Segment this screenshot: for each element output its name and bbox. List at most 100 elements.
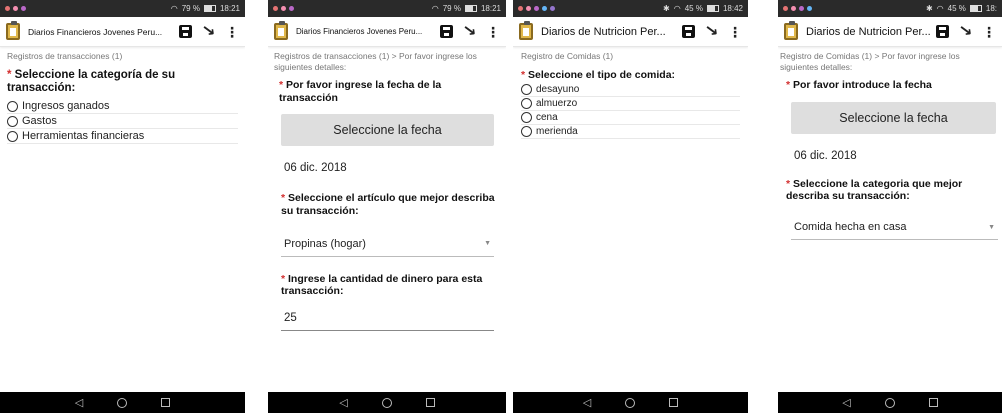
notification-icons — [273, 6, 294, 11]
option-label: Gastos — [22, 115, 57, 128]
notification-icons — [5, 6, 26, 11]
option-label: Herramientas financieras — [22, 130, 145, 143]
radio-group: Ingresos ganados Gastos Herramientas fin… — [7, 99, 238, 145]
radio-button[interactable] — [521, 112, 532, 124]
recents-icon[interactable] — [928, 398, 938, 407]
select-date-button[interactable]: Seleccione la fecha — [791, 101, 996, 134]
date-value: 06 dic. 2018 — [284, 162, 347, 175]
battery-icon — [203, 5, 216, 12]
notification-icons — [783, 6, 812, 11]
recents-icon[interactable] — [425, 398, 435, 407]
phone-screen-3: ✱ ◠ 45 % 18:42 Diarios de Nutricion Per.… — [513, 0, 748, 413]
system-nav-bar: ◁ — [268, 392, 506, 413]
save-icon[interactable] — [935, 25, 949, 38]
radio-button[interactable] — [521, 126, 532, 138]
radio-button[interactable] — [7, 115, 18, 127]
radio-option[interactable]: merienda — [521, 125, 740, 140]
back-icon[interactable]: ◁ — [583, 396, 591, 409]
clipboard-icon — [6, 21, 20, 40]
form-content: Registros de transacciones (1) * Selecci… — [0, 47, 245, 148]
app-title: Diarios de Nutricion Per... — [541, 25, 666, 38]
recents-icon[interactable] — [161, 398, 171, 407]
radio-option[interactable]: cena — [521, 111, 740, 126]
radio-option[interactable]: desayuno — [521, 83, 740, 98]
required-star: * — [521, 68, 529, 81]
system-nav-bar: ◁ — [0, 392, 245, 413]
clock: 18: — [985, 4, 997, 13]
radio-option[interactable]: almuerzo — [521, 97, 740, 112]
phone-screen-4: ✱ ◠ 45 % 18: Diarios de Nutricion Per...… — [778, 0, 1002, 413]
system-nav-bar: ◁ — [513, 392, 748, 413]
radio-button[interactable] — [7, 130, 18, 142]
back-icon[interactable]: ◁ — [842, 396, 850, 409]
more-vertical-icon[interactable]: ⋮ — [728, 25, 742, 39]
radio-group: desayuno almuerzo cena merienda — [521, 83, 740, 140]
export-arrow-icon[interactable]: ↘ — [957, 22, 973, 41]
app-bar: Diarios Financieros Jovenes Peru... ↘ ⋮ — [0, 17, 245, 47]
battery-icon — [464, 5, 477, 12]
radio-button[interactable] — [7, 100, 18, 112]
battery-icon — [969, 5, 982, 12]
status-right: ✱ ◠ 45 % 18: — [926, 4, 997, 13]
dropdown-value: Propinas (hogar) — [284, 237, 366, 250]
clock: 18:21 — [219, 4, 240, 13]
option-label: almuerzo — [536, 98, 578, 110]
radio-button[interactable] — [521, 84, 532, 96]
home-icon[interactable] — [625, 397, 636, 408]
radio-option[interactable]: Herramientas financieras — [7, 129, 238, 145]
question-text: Seleccione el artículo que mejor describ… — [281, 192, 495, 218]
back-icon[interactable]: ◁ — [339, 396, 347, 409]
question-text: Ingrese la cantidad de dinero para esta … — [281, 272, 483, 298]
app-bar: Diarios de Nutricion Per... ↘ ⋮ — [513, 17, 748, 47]
radio-option[interactable]: Gastos — [7, 114, 238, 130]
more-vertical-icon[interactable]: ⋮ — [486, 25, 500, 39]
export-arrow-icon[interactable]: ↘ — [200, 22, 216, 41]
option-label: Ingresos ganados — [22, 100, 110, 113]
home-icon[interactable] — [884, 397, 895, 408]
app-bar: Diarios Financieros Jovenes Peru... ↘ ⋮ — [268, 17, 506, 47]
more-vertical-icon[interactable]: ⋮ — [982, 25, 996, 39]
radio-option[interactable]: Ingresos ganados — [7, 99, 238, 115]
radio-button[interactable] — [521, 98, 532, 110]
clock: 18:21 — [480, 4, 501, 13]
category-dropdown[interactable]: Comida hecha en casa ▼ — [791, 215, 998, 241]
bluetooth-icon: ✱ — [925, 4, 933, 13]
save-icon[interactable] — [681, 25, 695, 38]
back-icon[interactable]: ◁ — [75, 396, 83, 409]
status-right: ◠ 79 % 18:21 — [171, 4, 240, 13]
amount-question: * Ingrese la cantidad de dinero para est… — [281, 273, 500, 298]
home-icon[interactable] — [381, 397, 392, 408]
more-vertical-icon[interactable]: ⋮ — [225, 25, 239, 39]
status-right: ✱ ◠ 45 % 18:42 — [663, 4, 743, 13]
option-label: merienda — [536, 126, 578, 138]
select-date-button[interactable]: Seleccione la fecha — [281, 114, 494, 147]
required-star: * — [281, 192, 289, 205]
wifi-icon: ◠ — [431, 4, 439, 13]
dropdown-caret-icon: ▼ — [988, 223, 995, 231]
recents-icon[interactable] — [669, 398, 679, 407]
status-bar: ✱ ◠ 45 % 18:42 — [513, 0, 748, 17]
clipboard-icon — [784, 21, 798, 40]
item-dropdown[interactable]: Propinas (hogar) ▼ — [281, 232, 494, 257]
form-content: Registros de transacciones (1) > Por fav… — [268, 47, 506, 335]
battery-percent: 79 % — [181, 4, 200, 13]
question-text: Por favor ingrese la fecha de la transac… — [279, 79, 442, 104]
save-icon[interactable] — [439, 25, 453, 38]
status-right: ◠ 79 % 18:21 — [432, 4, 501, 13]
home-icon[interactable] — [117, 397, 128, 408]
breadcrumb: Registros de transacciones (1) > Por fav… — [274, 51, 477, 72]
question-text: Seleccione la categoría de su transacció… — [7, 68, 176, 95]
meal-type-question: * Seleccione el tipo de comida: — [521, 69, 740, 82]
export-arrow-icon[interactable]: ↘ — [461, 22, 477, 41]
save-icon[interactable] — [178, 25, 192, 38]
amount-input[interactable]: 25 — [281, 306, 494, 331]
dropdown-value: Comida hecha en casa — [794, 221, 907, 234]
question-text: Seleccione el tipo de comida: — [528, 68, 676, 81]
option-label: desayuno — [536, 84, 580, 96]
export-arrow-icon[interactable]: ↘ — [703, 22, 719, 41]
breadcrumb: Registro de Comidas (1) — [521, 51, 614, 61]
required-star: * — [786, 79, 794, 92]
app-title: Diarios Financieros Jovenes Peru... — [296, 27, 423, 36]
option-label: cena — [536, 112, 558, 124]
date-value: 06 dic. 2018 — [794, 149, 857, 162]
